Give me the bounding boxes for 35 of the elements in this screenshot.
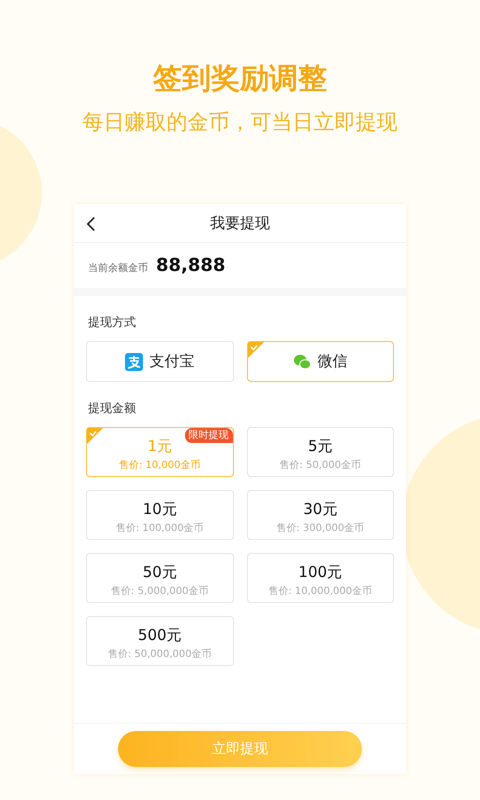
price-text: 售价: 50,000,000金币 (108, 648, 212, 660)
price-text: 售价: 10,000,000金币 (268, 584, 372, 598)
back-icon[interactable] (86, 216, 96, 232)
amount-value: 10元 (142, 500, 177, 518)
amount-value: 1元 (147, 436, 172, 456)
amount-option[interactable]: 500元 售价: 50,000,000金币 (86, 616, 234, 666)
amount-value: 5元 (308, 436, 333, 456)
screen-title: 我要提现 (210, 214, 270, 232)
amount-option[interactable]: 30元 售价: 300,000金币 (246, 490, 394, 540)
price-text: 售价: 5,000,000金币 (111, 584, 208, 598)
price-text: 售价: 300,000金币 (276, 522, 364, 534)
amount-value: 500元 (138, 626, 182, 644)
amount-option[interactable]: 10元 售价: 100,000金币 (86, 490, 234, 540)
chat-bubbles-icon (293, 352, 312, 370)
price-text: 售价: 10,000金币 (118, 458, 201, 472)
payment-option[interactable]: 微信 (246, 341, 394, 382)
price-text: 售价: 100,000金币 (116, 522, 204, 534)
amount-option[interactable]: 50元 售价: 5,000,000金币 (86, 553, 234, 603)
amount-value: 50元 (142, 562, 177, 582)
promo-badge: 限时提现 (184, 428, 232, 443)
amount-value: 30元 (303, 500, 338, 518)
payment-option[interactable]: 支付宝 (86, 341, 234, 382)
check-corner-icon (87, 428, 103, 444)
balance-value: 88,888 (156, 255, 226, 276)
amount-value: 100元 (298, 562, 342, 582)
amount-option[interactable]: 5元 售价: 50,000金币 (246, 427, 394, 477)
amount-option[interactable]: 100元 售价: 10,000,000金币 (246, 553, 394, 603)
subheadline: 每日赚取的金币，可当日立即提现 (82, 109, 398, 136)
check-corner-icon (248, 342, 264, 358)
payment-logo-icon (125, 352, 144, 370)
section-label: 提现方式 (88, 314, 137, 331)
balance-label: 当前余额金币 (88, 262, 148, 274)
headline: 签到奖励调整 (153, 60, 327, 96)
price-text: 售价: 50,000金币 (279, 458, 362, 472)
section-label: 提现金额 (88, 400, 137, 417)
